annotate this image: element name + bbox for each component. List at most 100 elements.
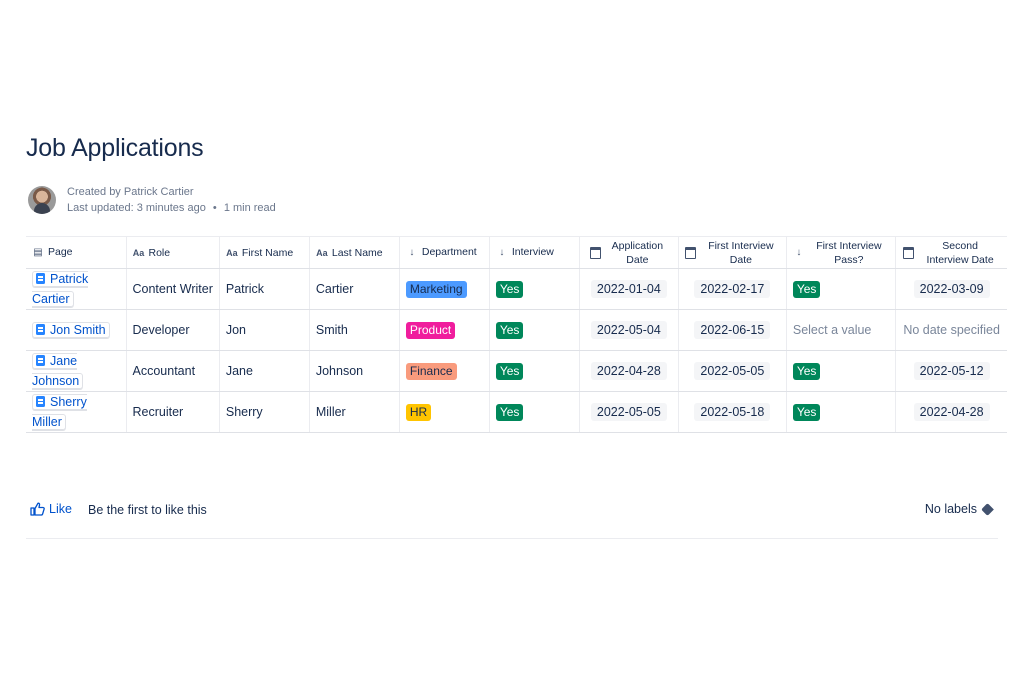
application-date-cell[interactable]: 2022-04-28 [579,350,679,392]
created-by: Created by Patrick Cartier [67,186,194,198]
text-field-icon: Aa [226,247,238,258]
page-link[interactable]: Jon Smith [32,322,110,338]
pass-placeholder: Select a value [792,323,872,337]
pass-tag: Yes [792,280,821,298]
table-row: Sherry Miller Recruiter Sherry Miller HR… [26,391,1008,433]
first-name-cell[interactable]: Patrick [219,268,310,310]
labels-area[interactable]: No labels [924,502,994,516]
select-arrow-icon: ↓ [409,247,415,258]
last-name-cell[interactable]: Miller [309,391,400,433]
second-interview-date-cell[interactable]: No date specified [895,309,1008,351]
select-arrow-icon: ↓ [796,246,802,258]
table-row: Jon Smith Developer Jon Smith Product Ye… [26,309,1008,351]
calendar-icon [684,246,696,259]
interview-cell[interactable]: Yes [489,268,580,310]
document-icon [36,273,45,284]
select-arrow-icon: ↓ [499,247,505,258]
text-field-icon: Aa [132,247,145,258]
first-interview-pass-cell[interactable]: Select a value [786,309,896,351]
table-row: Patrick Cartier Content Writer Patrick C… [26,268,1008,310]
header-first-interview-pass[interactable]: ↓ First Interview Pass? [786,236,896,269]
role-cell[interactable]: Developer [126,309,220,351]
role-cell[interactable]: Accountant [126,350,220,392]
page-link[interactable]: Sherry Miller [32,394,87,430]
department-cell[interactable]: Marketing [399,268,490,310]
header-role[interactable]: Aa Role [126,236,220,269]
last-name-cell[interactable]: Johnson [309,350,400,392]
text-field-icon: Aa [316,247,328,258]
first-interview-date-cell[interactable]: 2022-06-15 [678,309,787,351]
page-title: Job Applications [26,134,204,162]
department-tag: Marketing [405,280,467,298]
pass-tag: Yes [792,362,821,380]
second-interview-date-cell[interactable]: 2022-04-28 [895,391,1008,433]
first-interview-date-cell[interactable]: 2022-05-18 [678,391,787,433]
calendar-icon [903,246,915,259]
like-button[interactable]: Like [30,502,72,516]
separator-dot: • [212,202,217,214]
department-tag: Finance [405,362,457,380]
interview-tag: Yes [495,362,524,380]
page-cell: Patrick Cartier [26,268,127,310]
thumbs-up-icon [30,502,45,516]
job-applications-table: ▤ Page Aa Role Aa First Name Aa Last Name ↓ D… [26,236,1008,433]
page-link[interactable]: Jane Johnson [32,353,84,389]
second-interview-date-cell[interactable]: 2022-05-12 [895,350,1008,392]
last-updated[interactable]: Last updated: 3 minutes ago [67,202,206,214]
role-cell[interactable]: Recruiter [126,391,220,433]
header-department[interactable]: ↓ Department [399,236,490,269]
pass-tag: Yes [792,403,821,421]
interview-cell[interactable]: Yes [489,309,580,351]
department-cell[interactable]: Product [399,309,490,351]
read-time: 1 min read [223,202,276,214]
header-first-interview-date[interactable]: First Interview Date [678,236,787,269]
like-label: Like [49,502,72,516]
page-link[interactable]: Patrick Cartier [32,271,89,307]
last-name-cell[interactable]: Smith [309,309,400,351]
interview-tag: Yes [495,321,524,339]
last-name-cell[interactable]: Cartier [309,268,400,310]
department-tag: Product [405,321,456,339]
header-last-name[interactable]: Aa Last Name [309,236,400,269]
department-cell[interactable]: HR [399,391,490,433]
avatar[interactable] [28,186,56,214]
first-name-cell[interactable]: Sherry [219,391,310,433]
tag-icon[interactable] [981,502,994,516]
document-icon [36,324,45,335]
header-first-name[interactable]: Aa First Name [219,236,310,269]
first-interview-pass-cell[interactable]: Yes [786,391,896,433]
application-date-cell[interactable]: 2022-05-05 [579,391,679,433]
page-footer: Like Be the first to like this No labels [26,500,998,539]
page-icon: ▤ [33,247,43,258]
second-interview-date-cell[interactable]: 2022-03-09 [895,268,1008,310]
first-interview-pass-cell[interactable]: Yes [786,350,896,392]
interview-tag: Yes [495,403,524,421]
first-name-cell[interactable]: Jane [219,350,310,392]
page-cell: Sherry Miller [26,391,127,433]
header-second-interview-date[interactable]: Second Interview Date [895,236,1008,269]
like-status: Be the first to like this [88,503,207,517]
interview-tag: Yes [495,280,524,298]
first-interview-date-cell[interactable]: 2022-05-05 [678,350,787,392]
application-date-cell[interactable]: 2022-05-04 [579,309,679,351]
header-page[interactable]: ▤ Page [26,236,127,269]
table-row: Jane Johnson Accountant Jane Johnson Fin… [26,350,1008,392]
department-tag: HR [405,403,432,421]
header-interview[interactable]: ↓ Interview [489,236,580,269]
first-interview-date-cell[interactable]: 2022-02-17 [678,268,787,310]
document-icon [36,355,45,366]
first-interview-pass-cell[interactable]: Yes [786,268,896,310]
calendar-icon [590,246,602,259]
interview-cell[interactable]: Yes [489,391,580,433]
first-name-cell[interactable]: Jon [219,309,310,351]
document-icon [36,396,45,407]
department-cell[interactable]: Finance [399,350,490,392]
interview-cell[interactable]: Yes [489,350,580,392]
header-row: ▤ Page Aa Role Aa First Name Aa Last Name ↓ D… [26,236,1008,269]
page-cell: Jane Johnson [26,350,127,392]
labels-text: No labels [924,502,977,516]
page-cell: Jon Smith [26,309,127,351]
role-cell[interactable]: Content Writer [126,268,220,310]
header-application-date[interactable]: Application Date [579,236,679,269]
application-date-cell[interactable]: 2022-01-04 [579,268,679,310]
